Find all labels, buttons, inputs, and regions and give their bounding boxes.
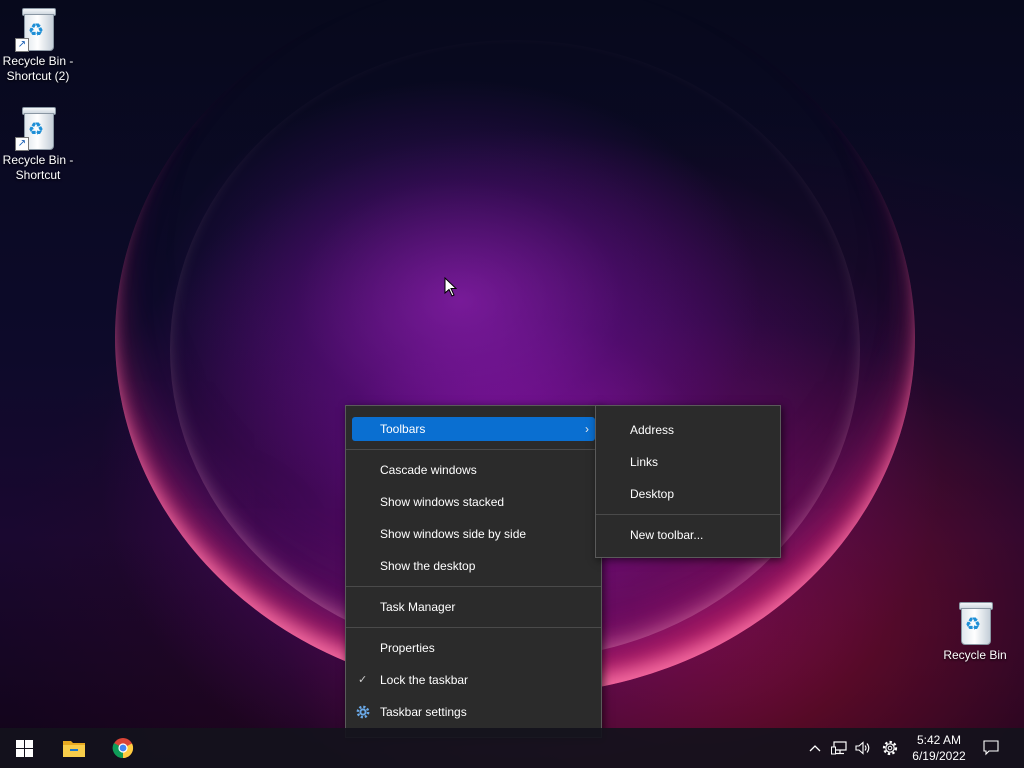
recycle-bin-icon: ♻ ↗ [15, 107, 56, 151]
desktop-icon-label: Recycle Bin [943, 648, 1007, 662]
volume-icon [855, 741, 870, 755]
notification-icon [983, 740, 999, 756]
menu-item-show-windows-side-by-side[interactable]: Show windows side by side [346, 518, 601, 550]
menu-item-task-manager[interactable]: Task Manager [346, 591, 601, 623]
desktop-icon-label: Recycle Bin - Shortcut (2) [2, 54, 74, 83]
menu-separator [346, 627, 601, 628]
menu-separator [346, 586, 601, 587]
clock-date: 6/19/2022 [912, 749, 966, 763]
menu-item-show-the-desktop[interactable]: Show the desktop [346, 550, 601, 582]
settings-tray-button[interactable] [880, 738, 900, 758]
chevron-right-icon: › [585, 422, 589, 436]
submenu-item-desktop[interactable]: Desktop [596, 478, 780, 510]
taskbar[interactable]: 5:42 AM 6/19/2022 [0, 728, 1024, 768]
start-button[interactable] [0, 728, 48, 768]
network-button[interactable] [829, 738, 849, 758]
chevron-up-icon [809, 745, 821, 752]
desktop-icon-recycle-bin[interactable]: ♻ Recycle Bin [935, 602, 1015, 663]
submenu-item-new-toolbar[interactable]: New toolbar... [596, 519, 780, 551]
desktop[interactable]: ♻ ↗ Recycle Bin - Shortcut (2) ♻ ↗ Recycl… [0, 0, 1024, 768]
desktop-icon-recycle-bin-shortcut-2[interactable]: ♻ ↗ Recycle Bin - Shortcut (2) [0, 8, 78, 84]
menu-item-properties[interactable]: Properties [346, 632, 601, 664]
recycle-bin-icon: ♻ ↗ [15, 8, 56, 52]
recycle-bin-icon: ♻ [958, 602, 993, 645]
menu-item-cascade-windows[interactable]: Cascade windows [346, 454, 601, 486]
toolbars-submenu: Address Links Desktop New toolbar... [595, 405, 781, 558]
taskbar-context-menu: Toolbars › Cascade windows Show windows … [345, 405, 602, 738]
desktop-icon-recycle-bin-shortcut[interactable]: ♻ ↗ Recycle Bin - Shortcut [0, 107, 78, 183]
menu-item-lock-the-taskbar[interactable]: ✓ Lock the taskbar [346, 664, 601, 696]
shortcut-arrow-icon: ↗ [15, 137, 29, 151]
action-center-button[interactable] [981, 738, 1001, 758]
menu-item-taskbar-settings[interactable]: Taskbar settings [346, 696, 601, 728]
system-clock[interactable]: 5:42 AM 6/19/2022 [904, 732, 974, 764]
menu-separator [596, 514, 780, 515]
volume-button[interactable] [853, 738, 873, 758]
shortcut-arrow-icon: ↗ [15, 38, 29, 52]
menu-separator [346, 449, 601, 450]
desktop-icon-label: Recycle Bin - Shortcut [2, 153, 74, 182]
taskbar-file-explorer[interactable] [50, 728, 98, 768]
mouse-cursor-icon [444, 277, 458, 297]
network-icon [831, 741, 847, 755]
submenu-item-address[interactable]: Address [596, 414, 780, 446]
checkmark-icon: ✓ [358, 674, 368, 686]
chrome-icon [112, 738, 134, 759]
submenu-item-links[interactable]: Links [596, 446, 780, 478]
start-icon [15, 739, 33, 757]
taskbar-chrome[interactable] [99, 728, 147, 768]
clock-time: 5:42 AM [916, 733, 962, 747]
file-explorer-icon [63, 741, 85, 757]
menu-item-show-windows-stacked[interactable]: Show windows stacked [346, 486, 601, 518]
gear-icon [356, 705, 370, 719]
gear-icon [882, 740, 898, 756]
menu-item-toolbars[interactable]: Toolbars › [352, 417, 595, 441]
show-hidden-icons-button[interactable] [805, 738, 825, 758]
